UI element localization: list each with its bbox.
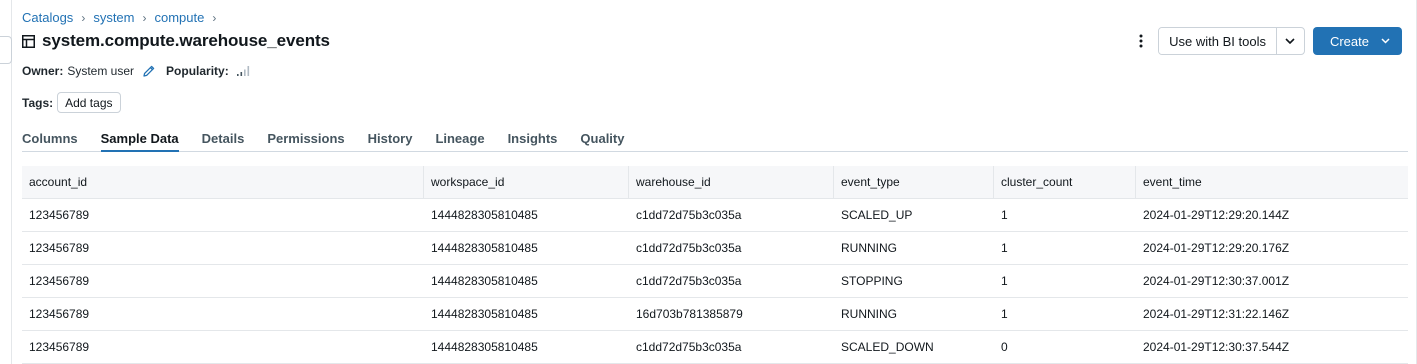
table-cell: 1 [1001,241,1008,255]
table-cell: 1 [1001,208,1008,222]
toolbar: Use with BI tools Create [1133,27,1402,55]
bi-tools-split-button: Use with BI tools [1158,27,1305,55]
tab-bar: Columns Sample Data Details Permissions … [22,124,1408,152]
chevron-right-icon: › [81,10,86,25]
table-row: 123456789 1444828305810485 16d703b781385… [22,298,1408,331]
table-cell: c1dd72d75b3c035a [636,208,742,222]
page-title: system.compute.warehouse_events [42,31,330,50]
column-header[interactable]: event_time [1136,166,1408,198]
tab-insights[interactable]: Insights [508,124,558,152]
kebab-menu-icon[interactable] [1133,27,1149,55]
tab-details[interactable]: Details [202,124,245,152]
table-cell: SCALED_UP [841,208,913,222]
chevron-right-icon: › [142,10,147,25]
owner-value: System user [67,64,135,78]
column-header[interactable]: workspace_id [424,166,629,198]
chevron-down-icon [1381,38,1390,44]
table-cell: 123456789 [29,307,90,321]
sample-data-table: account_id workspace_id warehouse_id eve… [22,166,1408,364]
title-row: system.compute.warehouse_events [22,30,330,52]
table-cell: 1 [1001,307,1008,321]
table-cell: 1444828305810485 [431,241,538,255]
table-cell: RUNNING [841,241,897,255]
tags-row: Tags: Add tags [22,92,121,113]
breadcrumb-compute[interactable]: compute [154,10,204,25]
table-cell: 1444828305810485 [431,340,538,354]
table-cell: 1444828305810485 [431,274,538,288]
tab-quality[interactable]: Quality [580,124,624,152]
table-cell: STOPPING [841,274,903,288]
create-button[interactable]: Create [1312,27,1402,55]
popularity-bars-icon [236,66,249,76]
chevron-down-icon[interactable] [1275,28,1304,54]
table-cell: 2024-01-29T12:29:20.176Z [1143,241,1290,255]
table-cell: 2024-01-29T12:30:37.544Z [1143,340,1290,354]
table-header-row: account_id workspace_id warehouse_id eve… [22,166,1408,199]
table-cell: 1444828305810485 [431,307,538,321]
popularity-label: Popularity: [166,64,229,78]
tab-lineage[interactable]: Lineage [435,124,484,152]
breadcrumb-system[interactable]: system [93,10,134,25]
table-cell: 123456789 [29,241,90,255]
table-row: 123456789 1444828305810485 c1dd72d75b3c0… [22,265,1408,298]
table-cell: 2024-01-29T12:31:22.146Z [1143,307,1290,321]
tab-sample-data[interactable]: Sample Data [100,124,179,152]
column-header[interactable]: warehouse_id [629,166,834,198]
table-row: 123456789 1444828305810485 c1dd72d75b3c0… [22,331,1408,364]
column-header[interactable]: event_type [834,166,994,198]
breadcrumb-catalogs[interactable]: Catalogs [22,10,73,25]
table-cell: 1 [1001,274,1008,288]
table-cell: RUNNING [841,307,897,321]
table-cell: 2024-01-29T12:30:37.001Z [1143,274,1290,288]
meta-row: Owner: System user Popularity: [22,62,250,80]
tab-permissions[interactable]: Permissions [267,124,344,152]
pencil-icon[interactable] [142,64,156,78]
tags-label: Tags: [22,95,54,110]
table-cell: 123456789 [29,208,90,222]
use-with-bi-tools-button[interactable]: Use with BI tools [1159,28,1276,54]
table-cell: c1dd72d75b3c035a [636,340,742,354]
breadcrumb: Catalogs › system › compute › [22,10,224,25]
column-header[interactable]: cluster_count [994,166,1136,198]
table-cell: c1dd72d75b3c035a [636,274,742,288]
table-row: 123456789 1444828305810485 c1dd72d75b3c0… [22,199,1408,232]
table-cell: 16d703b781385879 [636,307,743,321]
chevron-right-icon: › [212,10,217,25]
column-header[interactable]: account_id [22,166,424,198]
table-row: 123456789 1444828305810485 c1dd72d75b3c0… [22,232,1408,265]
table-cell: 123456789 [29,340,90,354]
table-cell: 1444828305810485 [431,208,538,222]
table-icon [22,34,35,48]
owner-label: Owner: [22,64,64,78]
tab-history[interactable]: History [368,124,413,152]
table-cell: c1dd72d75b3c035a [636,241,742,255]
sidebar-collapse-handle[interactable] [0,36,12,64]
table-cell: 0 [1001,340,1008,354]
table-cell: SCALED_DOWN [841,340,934,354]
tab-columns[interactable]: Columns [22,124,78,152]
create-button-label: Create [1329,33,1369,49]
table-cell: 2024-01-29T12:29:20.144Z [1143,208,1290,222]
add-tags-button[interactable]: Add tags [57,92,121,113]
table-cell: 123456789 [29,274,90,288]
left-sidebar-edge [0,0,12,364]
